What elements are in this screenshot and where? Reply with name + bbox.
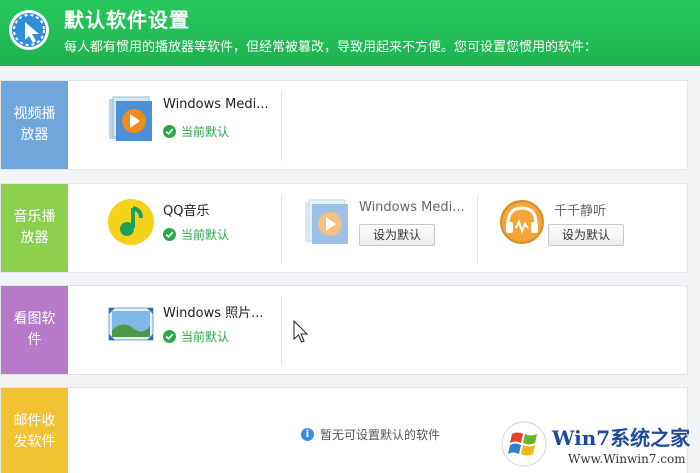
- info-icon: i: [301, 428, 314, 441]
- page-title: 默认软件设置: [64, 8, 190, 32]
- watermark: Win7系统之家 Www.Winwin7.com: [500, 416, 700, 473]
- mouse-cursor-icon: [293, 320, 309, 343]
- status-text: 当前默认: [181, 125, 230, 139]
- ttplayer-icon: [500, 200, 544, 244]
- set-default-button[interactable]: 设为默认: [548, 224, 624, 246]
- qq-music-icon: [108, 199, 154, 245]
- status-text: 当前默认: [181, 330, 230, 344]
- category-row-video: 视频播放器 Windows Medi... 当前默认: [0, 80, 688, 170]
- header: 默认软件设置 每人都有惯用的播放器等软件，但经常被篡改，导致用起来不方便。您可设…: [0, 0, 700, 66]
- software-item[interactable]: Windows 照片... 当前默认: [107, 296, 277, 366]
- empty-message: i 暂无可设置默认的软件: [301, 426, 440, 443]
- photo-viewer-icon: [108, 307, 154, 341]
- current-default-badge: 当前默认: [163, 123, 229, 140]
- windows-logo-icon: [501, 421, 547, 467]
- divider: [281, 91, 282, 161]
- category-row-music: 音乐播放器 QQ音乐 当前默认 Windows Medi... 设为默认 千千静…: [0, 183, 688, 273]
- status-text: 当前默认: [181, 228, 230, 242]
- check-icon: [163, 228, 176, 241]
- software-item[interactable]: QQ音乐 当前默认: [107, 194, 277, 264]
- empty-text: 暂无可设置默认的软件: [320, 428, 441, 442]
- software-name: Windows 照片...: [163, 306, 264, 321]
- category-label-music: 音乐播放器: [1, 184, 68, 272]
- page-description: 每人都有惯用的播放器等软件，但经常被篡改，导致用起来不方便。您可设置您惯用的软件…: [64, 40, 598, 55]
- set-default-button[interactable]: 设为默认: [359, 224, 435, 246]
- software-name: QQ音乐: [163, 204, 210, 219]
- software-name: Windows Medi...: [359, 200, 465, 215]
- software-name: 千千静听: [554, 204, 607, 219]
- software-name: Windows Medi...: [163, 97, 269, 112]
- watermark-brand: Win7系统之家: [552, 426, 691, 450]
- category-row-image: 看图软件 Windows 照片... 当前默认: [0, 285, 688, 375]
- cursor-logo-icon: [9, 10, 49, 50]
- divider: [281, 194, 282, 264]
- software-item-wmp: Windows Medi... 设为默认: [303, 194, 473, 264]
- watermark-url: Www.Winwin7.com: [568, 452, 686, 466]
- category-label-mail: 邮件收发软件: [1, 388, 68, 473]
- divider: [281, 296, 282, 366]
- check-icon: [163, 330, 176, 343]
- software-item[interactable]: Windows Medi... 当前默认: [107, 91, 277, 161]
- category-label-image: 看图软件: [1, 286, 68, 374]
- media-player-icon: [109, 96, 152, 141]
- current-default-badge: 当前默认: [163, 328, 229, 345]
- check-icon: [163, 125, 176, 138]
- category-label-video: 视频播放器: [1, 81, 68, 169]
- software-item-ttplayer: 千千静听 设为默认: [498, 194, 678, 264]
- current-default-badge: 当前默认: [163, 226, 229, 243]
- divider: [477, 194, 478, 264]
